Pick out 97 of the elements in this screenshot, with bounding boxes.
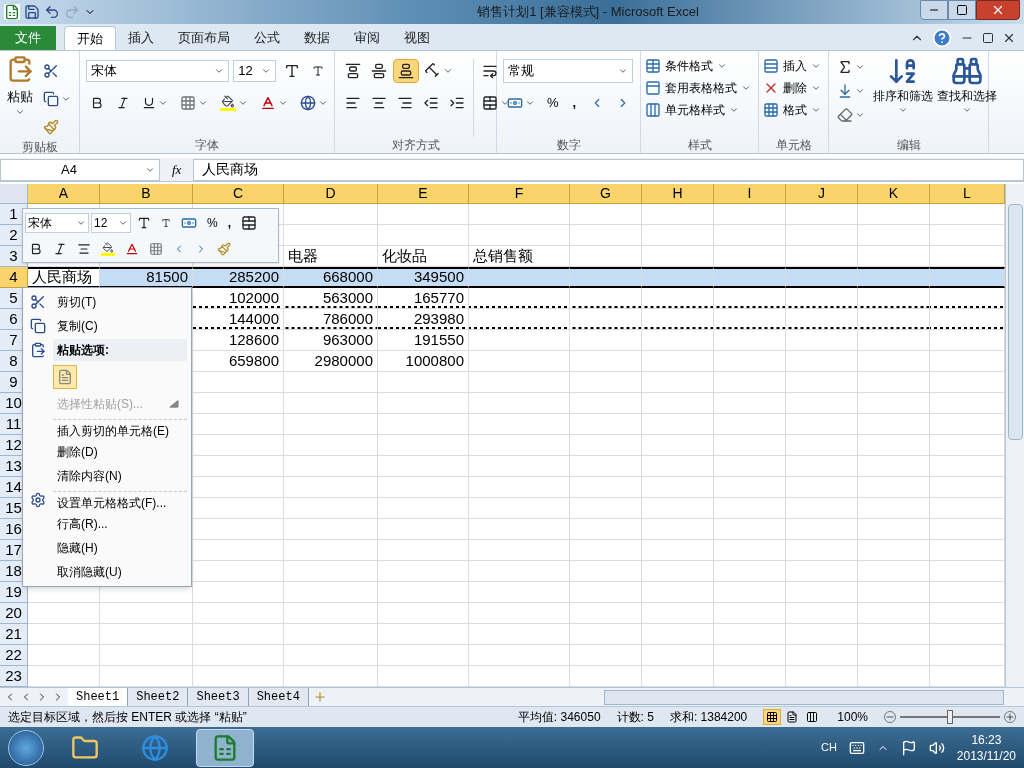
- file-tab[interactable]: 文件: [0, 26, 56, 50]
- grid-cell[interactable]: 144000: [193, 309, 284, 330]
- styles-menu-button[interactable]: 条件格式: [645, 55, 754, 77]
- styles-menu-button[interactable]: 单元格样式: [645, 99, 754, 121]
- column-header[interactable]: A: [28, 184, 100, 204]
- cells-menu-button[interactable]: 格式: [763, 99, 824, 121]
- font-name-dropdown[interactable]: 宋体: [86, 60, 230, 82]
- row-header[interactable]: 22: [0, 645, 28, 666]
- row-header[interactable]: 20: [0, 603, 28, 624]
- ribbon-group-label: 单元格: [774, 137, 813, 153]
- window-title: 销售计划1 [兼容模式] - Microsoft Excel: [477, 3, 699, 22]
- context-menu-item[interactable]: 行高(R)...: [53, 513, 187, 535]
- grid-cell[interactable]: 659800: [193, 351, 284, 372]
- cells-menu-button[interactable]: 插入: [763, 55, 824, 77]
- grid-cell[interactable]: 293980: [378, 309, 469, 330]
- context-menu-item[interactable]: 取消隐藏(U): [53, 561, 187, 583]
- font-size-dropdown[interactable]: 12: [91, 213, 131, 233]
- grid-cell[interactable]: 191550: [378, 330, 469, 351]
- font-size-dropdown[interactable]: 12: [233, 60, 276, 82]
- input-language[interactable]: CH: [820, 739, 837, 756]
- number-format-dropdown[interactable]: 常规: [503, 59, 633, 83]
- grid-cell[interactable]: 285200: [193, 267, 284, 288]
- column-header[interactable]: L: [930, 184, 1005, 204]
- grid-cell[interactable]: 563000: [284, 288, 378, 309]
- grid-cell[interactable]: 总销售额: [469, 246, 570, 267]
- ribbon-tab[interactable]: 页面布局: [166, 26, 242, 50]
- ribbon-tab[interactable]: 公式: [242, 26, 292, 50]
- count-value: 计数: 5: [616, 709, 654, 726]
- context-menu-item[interactable]: 插入剪切的单元格(E): [53, 419, 187, 441]
- context-menu-item[interactable]: 隐藏(H): [53, 537, 187, 559]
- sheet-tab[interactable]: Sheet3: [188, 688, 249, 706]
- context-menu-item[interactable]: 剪切(T): [53, 291, 187, 313]
- column-header[interactable]: I: [714, 184, 786, 204]
- row-header[interactable]: 21: [0, 624, 28, 645]
- column-header[interactable]: H: [642, 184, 714, 204]
- sheet-tab[interactable]: Sheet2: [128, 688, 189, 706]
- grid-cell[interactable]: 102000: [193, 288, 284, 309]
- grid-cell[interactable]: 电器: [284, 246, 378, 267]
- sheet-tab[interactable]: Sheet1: [68, 688, 129, 706]
- grid-cell[interactable]: 165770: [378, 288, 469, 309]
- fx-label[interactable]: fx: [164, 159, 190, 180]
- grid-cell[interactable]: 81500: [100, 267, 193, 288]
- ribbon-group-label: 样式: [686, 137, 713, 153]
- styles-menu-button[interactable]: 套用表格格式: [645, 77, 754, 99]
- name-box[interactable]: A4: [0, 158, 160, 181]
- paste-button[interactable]: 粘贴: [4, 55, 35, 117]
- grid-cell[interactable]: 963000: [284, 330, 378, 351]
- grid-cell[interactable]: 化妆品: [378, 246, 469, 267]
- column-header[interactable]: K: [858, 184, 930, 204]
- ribbon-tab[interactable]: 视图: [392, 26, 442, 50]
- ribbon-group-label: 字体: [194, 137, 220, 153]
- grid-cell[interactable]: 1000800: [378, 351, 469, 372]
- clock-time[interactable]: 16:23: [971, 731, 1002, 748]
- row-header[interactable]: 4: [0, 267, 28, 288]
- formula-input[interactable]: 人民商场: [193, 158, 1024, 181]
- ribbon-tab[interactable]: 审阅: [342, 26, 392, 50]
- grid-cell[interactable]: 786000: [284, 309, 378, 330]
- grid-cell[interactable]: 668000: [284, 267, 378, 288]
- grid-cell[interactable]: 人民商场: [28, 267, 100, 288]
- ribbon-tab[interactable]: 开始: [64, 26, 116, 50]
- font-name-dropdown[interactable]: 宋体: [25, 213, 89, 233]
- context-menu-item[interactable]: 复制(C): [53, 315, 187, 337]
- ribbon-tab[interactable]: 插入: [116, 26, 166, 50]
- grid-cell[interactable]: 2980000: [284, 351, 378, 372]
- column-header[interactable]: F: [469, 184, 570, 204]
- ribbon-group-label: 剪贴板: [20, 139, 59, 155]
- status-message: 选定目标区域，然后按 ENTER 或选择 “粘贴”: [8, 709, 247, 726]
- average-value: 平均值: 346050: [517, 709, 601, 726]
- ribbon-group-label: 编辑: [895, 137, 922, 153]
- sum-value: 求和: 1384200: [669, 709, 748, 726]
- grid-cell[interactable]: 349500: [378, 267, 469, 288]
- percent-button[interactable]: %: [203, 214, 222, 232]
- context-menu-item[interactable]: 设置单元格格式(F)...: [53, 491, 187, 513]
- row-header[interactable]: 23: [0, 666, 28, 687]
- comma-button[interactable]: ,: [566, 91, 583, 115]
- ribbon-group-label: 对齐方式: [390, 137, 441, 153]
- grid-cell[interactable]: 128600: [193, 330, 284, 351]
- editing-menu-button[interactable]: 查找和选择: [937, 55, 997, 137]
- context-menu-item[interactable]: 删除(D): [53, 441, 187, 463]
- column-header[interactable]: C: [193, 184, 284, 204]
- zoom-level[interactable]: 100%: [837, 708, 868, 726]
- cells-menu-button[interactable]: 删除: [763, 77, 824, 99]
- menu-section-header: 粘贴选项:: [53, 339, 187, 361]
- percent-button[interactable]: %: [543, 91, 563, 115]
- sheet-tab[interactable]: Sheet4: [248, 688, 309, 706]
- column-header[interactable]: E: [378, 184, 469, 204]
- ribbon-group-label: 数字: [555, 137, 582, 153]
- ribbon-tab[interactable]: 数据: [292, 26, 342, 50]
- column-header[interactable]: G: [570, 184, 642, 204]
- context-menu-item[interactable]: 清除内容(N): [53, 465, 187, 487]
- row-header[interactable]: 19: [0, 582, 28, 603]
- column-header[interactable]: D: [284, 184, 378, 204]
- editing-menu-button[interactable]: 排序和筛选: [873, 55, 933, 137]
- clock-date[interactable]: 2013/11/20: [956, 747, 1016, 764]
- comma-button[interactable]: ,: [223, 214, 235, 232]
- column-header[interactable]: J: [786, 184, 858, 204]
- column-header[interactable]: B: [100, 184, 193, 204]
